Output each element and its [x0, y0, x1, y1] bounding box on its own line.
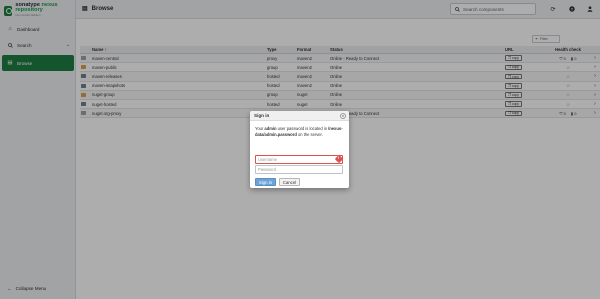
message-text: on the server.	[296, 131, 323, 137]
sign-in-button[interactable]: Sign in	[255, 178, 276, 186]
dialog-title: Sign in	[254, 113, 270, 118]
password-field[interactable]: Password	[255, 165, 343, 174]
message-text: user password is located in	[276, 126, 329, 131]
dialog-header: Sign in ×	[250, 111, 349, 121]
password-placeholder: Password	[258, 166, 276, 172]
sign-in-dialog: Sign in × Your admin user password is lo…	[250, 111, 349, 188]
username-field[interactable]: Username	[255, 155, 343, 164]
cancel-button[interactable]: Cancel	[279, 178, 300, 186]
close-icon[interactable]: ×	[340, 113, 346, 119]
message-text: Your	[255, 126, 265, 131]
message-user: admin	[264, 126, 277, 131]
username-placeholder: Username	[258, 156, 277, 162]
dialog-message: Your admin user password is located in /…	[255, 126, 345, 138]
